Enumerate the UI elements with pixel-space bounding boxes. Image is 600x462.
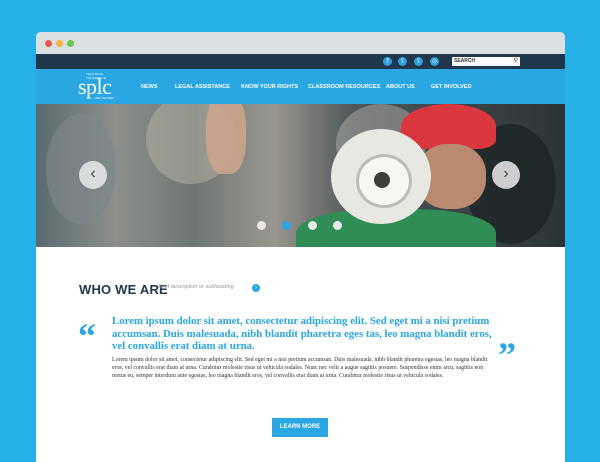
- section-title: WHO WE ARE: [79, 282, 168, 297]
- facebook-icon[interactable]: f: [383, 57, 392, 66]
- logo-bottom-text: LAW CENTER: [94, 96, 114, 100]
- tumblr-icon[interactable]: t: [414, 57, 423, 66]
- nav-item-know-your-rights[interactable]: KNOW YOUR RIGHTS: [241, 84, 298, 90]
- nav-item-classroom-resources[interactable]: CLASSROOM RESOURCES: [308, 84, 380, 90]
- search-icon[interactable]: ⚲: [514, 57, 518, 66]
- carousel-indicator-3[interactable]: [308, 221, 317, 230]
- search-placeholder: SEARCH: [454, 58, 476, 64]
- minimize-window-button[interactable]: [56, 40, 63, 47]
- carousel-prev-button[interactable]: ‹: [79, 161, 107, 189]
- learn-more-button[interactable]: LEARN MORE: [272, 418, 328, 437]
- browser-window: f t t ⊙ SEARCH ⚲ TEACHING TOLERANCE splc…: [36, 32, 565, 462]
- quote-lead-text: Lorem ipsum dolor sit amet, consectetur …: [112, 315, 492, 352]
- carousel-indicator-1[interactable]: [257, 221, 266, 230]
- carousel-indicator-2[interactable]: [282, 221, 291, 230]
- section-subtitle: Brief description or subheading: [158, 284, 234, 290]
- hero-carousel: ‹ ›: [36, 104, 565, 247]
- subtitle-arrow-icon[interactable]: ›: [252, 284, 260, 292]
- nav-item-get-involved[interactable]: GET INVOLVED: [431, 84, 472, 90]
- carousel-next-button[interactable]: ›: [492, 161, 520, 189]
- twitter-icon[interactable]: t: [398, 57, 407, 66]
- close-window-button[interactable]: [45, 40, 52, 47]
- utility-bar: f t t ⊙ SEARCH ⚲: [36, 54, 565, 69]
- close-quote-icon: ”: [498, 335, 516, 375]
- main-nav: TEACHING TOLERANCE splc LAW CENTER NEWS …: [36, 69, 565, 104]
- who-we-are-section: WHO WE ARE Brief description or subheadi…: [36, 247, 565, 462]
- maximize-window-button[interactable]: [67, 40, 74, 47]
- search-input[interactable]: SEARCH ⚲: [452, 57, 520, 66]
- rss-icon[interactable]: ⊙: [430, 57, 439, 66]
- quote-body-text: Lorem ipsum dolor sit amet, consectetur …: [112, 357, 488, 379]
- browser-titlebar: [36, 32, 565, 54]
- nav-item-legal-assistance[interactable]: LEGAL ASSISTANCE: [175, 84, 230, 90]
- site-logo[interactable]: TEACHING TOLERANCE splc LAW CENTER: [78, 72, 118, 102]
- nav-item-about-us[interactable]: ABOUT US: [386, 84, 415, 90]
- open-quote-icon: “: [78, 316, 96, 356]
- carousel-indicator-4[interactable]: [333, 221, 342, 230]
- nav-item-news[interactable]: NEWS: [141, 84, 158, 90]
